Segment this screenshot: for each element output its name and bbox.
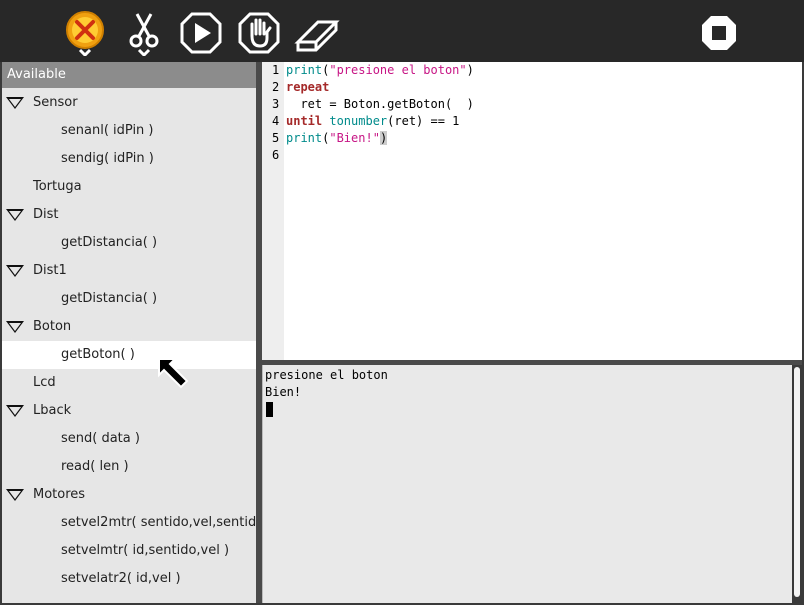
palette-category[interactable]: Dist	[2, 201, 256, 229]
toolbar	[0, 0, 804, 62]
palette-item-label: Dist	[33, 207, 59, 222]
run-all-icon[interactable]	[62, 10, 108, 56]
palette-item-label: Lback	[33, 403, 72, 418]
palette-item-label: Tortuga	[33, 179, 82, 194]
stop-icon[interactable]	[700, 14, 738, 52]
line-number: 3	[272, 97, 280, 111]
console-scrollbar[interactable]	[792, 365, 802, 603]
expand-triangle-icon[interactable]	[6, 265, 24, 277]
palette-category[interactable]: Sensor	[2, 89, 256, 117]
code-line-4[interactable]: until tonumber(ret) == 1	[286, 114, 459, 128]
palette-category[interactable]: Lback	[2, 397, 256, 425]
code-editor[interactable]: 1 2 3 4 5 6 print("presione el boton") r…	[262, 62, 802, 360]
expand-triangle-icon[interactable]	[6, 209, 24, 221]
palette-item-label: setvelatr2( id,vel )	[61, 571, 181, 586]
expand-triangle-icon[interactable]	[6, 405, 24, 417]
line-number: 4	[272, 114, 280, 128]
palette-category[interactable]: Boton	[2, 313, 256, 341]
palette-item-label: send( data )	[61, 431, 140, 446]
palette-block[interactable]: read( len )	[2, 453, 256, 481]
cut-icon[interactable]	[121, 10, 167, 56]
palette-item-label: setvelmtr( id,sentido,vel )	[61, 543, 230, 558]
line-number-gutter: 1 2 3 4 5 6	[262, 62, 284, 360]
expand-triangle-icon[interactable]	[6, 97, 24, 109]
expand-triangle-icon[interactable]	[6, 321, 24, 333]
palette-category[interactable]: Motores	[2, 481, 256, 509]
palette-block[interactable]: setvelatr2( id,vel )	[2, 565, 256, 593]
block-palette: Available Sensor senanl( idPin ) sendig( i…	[2, 62, 256, 603]
line-number: 2	[272, 80, 280, 94]
line-number: 1	[272, 63, 280, 77]
palette-block[interactable]: send( data )	[2, 425, 256, 453]
text-cursor	[266, 402, 273, 417]
palette-item-label: Dist1	[33, 263, 67, 278]
palette-item-label: Lcd	[33, 375, 56, 390]
scrollbar-thumb[interactable]	[794, 367, 800, 597]
palette-item-label: getDistancia( )	[61, 235, 158, 250]
hand-stop-icon[interactable]	[236, 10, 282, 56]
console-output[interactable]: presione el boton Bien!	[262, 365, 793, 603]
code-line-5[interactable]: print("Bien!")	[286, 131, 388, 145]
palette-item-label: getBoton( )	[61, 347, 135, 362]
palette-block[interactable]: getDistancia( )	[2, 285, 256, 313]
palette-item-label: read( len )	[61, 459, 129, 474]
palette-item-label: Sensor	[33, 95, 78, 110]
palette-block[interactable]: setvel2mtr( sentido,vel,sentido	[2, 509, 256, 537]
palette-item-label: setvel2mtr( sentido,vel,sentido	[61, 515, 256, 530]
palette-header: Available	[2, 62, 256, 88]
palette-category[interactable]: Dist1	[2, 257, 256, 285]
line-number: 6	[272, 148, 280, 162]
palette-category[interactable]: Lcd	[2, 369, 256, 397]
palette-item-label: Motores	[33, 487, 86, 502]
code-line-2[interactable]: repeat	[286, 80, 329, 94]
console-line: Bien!	[265, 385, 302, 399]
palette-item-label: Boton	[33, 319, 72, 334]
palette-block[interactable]: senanl( idPin )	[2, 117, 256, 145]
code-line-1[interactable]: print("presione el boton")	[286, 63, 474, 77]
palette-category[interactable]: Tortuga	[2, 173, 256, 201]
palette-block[interactable]: sendig( idPin )	[2, 145, 256, 173]
play-icon[interactable]	[178, 10, 224, 56]
mouse-pointer-icon	[157, 357, 193, 397]
palette-block[interactable]: getBoton( )	[2, 341, 256, 369]
palette-block[interactable]: setvelmtr( id,sentido,vel )	[2, 537, 256, 565]
eraser-icon[interactable]	[294, 10, 340, 56]
palette-item-label: senanl( idPin )	[61, 123, 154, 138]
console-line: presione el boton	[265, 368, 388, 382]
expand-triangle-icon[interactable]	[6, 489, 24, 501]
palette-item-label: getDistancia( )	[61, 291, 158, 306]
palette-block[interactable]: getDistancia( )	[2, 229, 256, 257]
palette-item-label: sendig( idPin )	[61, 151, 154, 166]
code-line-3[interactable]: ret = Boton.getBoton( )	[286, 97, 473, 111]
line-number: 5	[272, 131, 280, 145]
